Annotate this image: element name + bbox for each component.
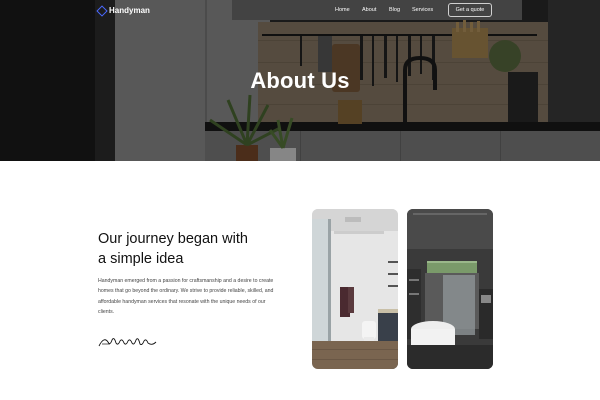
nav-link-services[interactable]: Services [412,7,444,13]
nav-link-blog[interactable]: Blog [389,7,412,13]
top-navigation: Handyman Home About Blog Services Get a … [0,0,600,22]
nav-link-home[interactable]: Home [335,7,362,13]
nav-links: Home About Blog Services [335,7,444,13]
about-heading: Our journey began with a simple idea [98,229,308,269]
about-paragraph: Handyman emerged from a passion for craf… [98,278,274,316]
page-title: About Us [250,68,350,93]
nav-link-about[interactable]: About [362,7,389,13]
signature-image [98,338,157,347]
bathroom-image-1 [312,209,398,369]
get-a-quote-button[interactable]: Get a quote [448,3,492,17]
hero-section: About Us Handyman Home About Blog Servic… [0,0,600,161]
bathroom-image-2 [407,209,493,369]
about-heading-line-1: Our journey began with [98,231,248,247]
about-heading-line-2: a simple idea [98,251,184,267]
diamond-logo-icon [97,6,106,15]
logo[interactable]: Handyman [97,6,150,15]
logo-text: Handyman [109,6,150,15]
